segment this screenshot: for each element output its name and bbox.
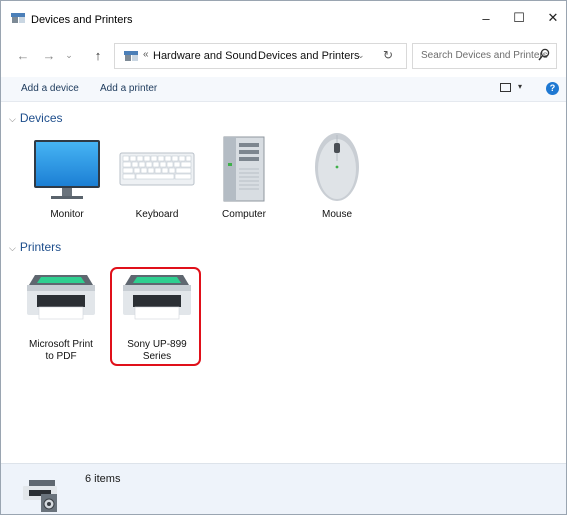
printer-label-line2: Series bbox=[142, 351, 172, 362]
monitor-icon bbox=[34, 140, 100, 199]
add-device-button[interactable]: Add a device bbox=[21, 83, 79, 94]
printers-group-label: Printers bbox=[19, 240, 62, 254]
printer-icon bbox=[27, 275, 95, 320]
help-icon[interactable]: ? bbox=[546, 82, 559, 95]
printers-group-header[interactable]: ⌵ Printers bbox=[9, 240, 61, 254]
search-input[interactable]: Search Devices and Printers bbox=[421, 50, 548, 61]
up-button[interactable]: ↑ bbox=[88, 45, 108, 65]
address-dropdown[interactable]: ⌄ bbox=[357, 50, 365, 61]
collapse-chevron-icon[interactable]: ⌵ bbox=[9, 243, 16, 254]
device-keyboard[interactable]: Keyboard bbox=[117, 135, 197, 225]
overflow-crumb-button[interactable]: « bbox=[143, 49, 149, 60]
control-panel-icon bbox=[124, 51, 138, 61]
title-bar: Devices and Printers – ☐ ✕ bbox=[1, 1, 566, 35]
devices-and-printers-window: Devices and Printers – ☐ ✕ ← → ⌄ ↑ « Har… bbox=[0, 0, 567, 515]
device-monitor[interactable]: Monitor bbox=[27, 135, 107, 225]
printer-microsoft-print-to-pdf[interactable]: Microsoft Print to PDF bbox=[19, 267, 103, 367]
printer-label-line1: Microsoft Print bbox=[29, 339, 93, 350]
collapse-chevron-icon[interactable]: ⌵ bbox=[9, 114, 16, 125]
refresh-icon[interactable]: ↻ bbox=[383, 48, 393, 62]
navigation-bar: ← → ⌄ ↑ « Hardware and Sound › Devices a… bbox=[1, 37, 566, 73]
breadcrumb-hardware-and-sound[interactable]: Hardware and Sound bbox=[153, 50, 257, 62]
devices-group-label: Devices bbox=[19, 111, 63, 125]
view-options-dropdown[interactable]: ▾ bbox=[518, 82, 522, 91]
change-view-icon[interactable] bbox=[500, 83, 511, 92]
maximize-button[interactable]: ☐ bbox=[501, 1, 537, 35]
add-printer-button[interactable]: Add a printer bbox=[100, 83, 157, 94]
printer-sony-up-899-series[interactable]: Sony UP-899 Series bbox=[111, 267, 203, 369]
printer-icon bbox=[123, 275, 191, 320]
device-label: Keyboard bbox=[135, 209, 179, 220]
devices-group-header[interactable]: ⌵ Devices bbox=[9, 111, 63, 125]
keyboard-icon bbox=[119, 152, 195, 186]
device-mouse[interactable]: Mouse bbox=[297, 131, 377, 225]
window-title: Devices and Printers bbox=[31, 14, 133, 26]
details-pane: 6 items bbox=[1, 463, 566, 514]
devices-printers-icon bbox=[11, 13, 25, 23]
devices-printers-large-icon bbox=[23, 480, 57, 512]
minimize-button[interactable]: – bbox=[468, 1, 504, 35]
recent-locations-dropdown[interactable]: ⌄ bbox=[59, 45, 79, 65]
device-label: Monitor bbox=[50, 209, 84, 220]
command-bar: Add a device Add a printer ▾ ? bbox=[1, 77, 566, 102]
close-button[interactable]: ✕ bbox=[535, 1, 566, 35]
address-bar[interactable]: « Hardware and Sound › Devices and Print… bbox=[114, 43, 407, 69]
printer-label-line2: to PDF bbox=[45, 351, 77, 362]
device-label: Mouse bbox=[321, 209, 352, 220]
device-computer[interactable]: Computer bbox=[204, 135, 284, 225]
mouse-icon bbox=[315, 133, 359, 201]
computer-icon bbox=[223, 136, 265, 202]
forward-button[interactable]: → bbox=[39, 45, 59, 65]
item-count: 6 items bbox=[85, 473, 121, 485]
search-icon[interactable] bbox=[538, 48, 550, 62]
breadcrumb-separator[interactable]: › bbox=[248, 50, 251, 60]
search-box[interactable]: Search Devices and Printers bbox=[412, 43, 557, 69]
breadcrumb-devices-and-printers[interactable]: Devices and Printers bbox=[258, 50, 360, 62]
device-label: Computer bbox=[222, 209, 266, 220]
back-button[interactable]: ← bbox=[13, 45, 33, 65]
printer-label-line1: Sony UP-899 bbox=[127, 339, 187, 350]
